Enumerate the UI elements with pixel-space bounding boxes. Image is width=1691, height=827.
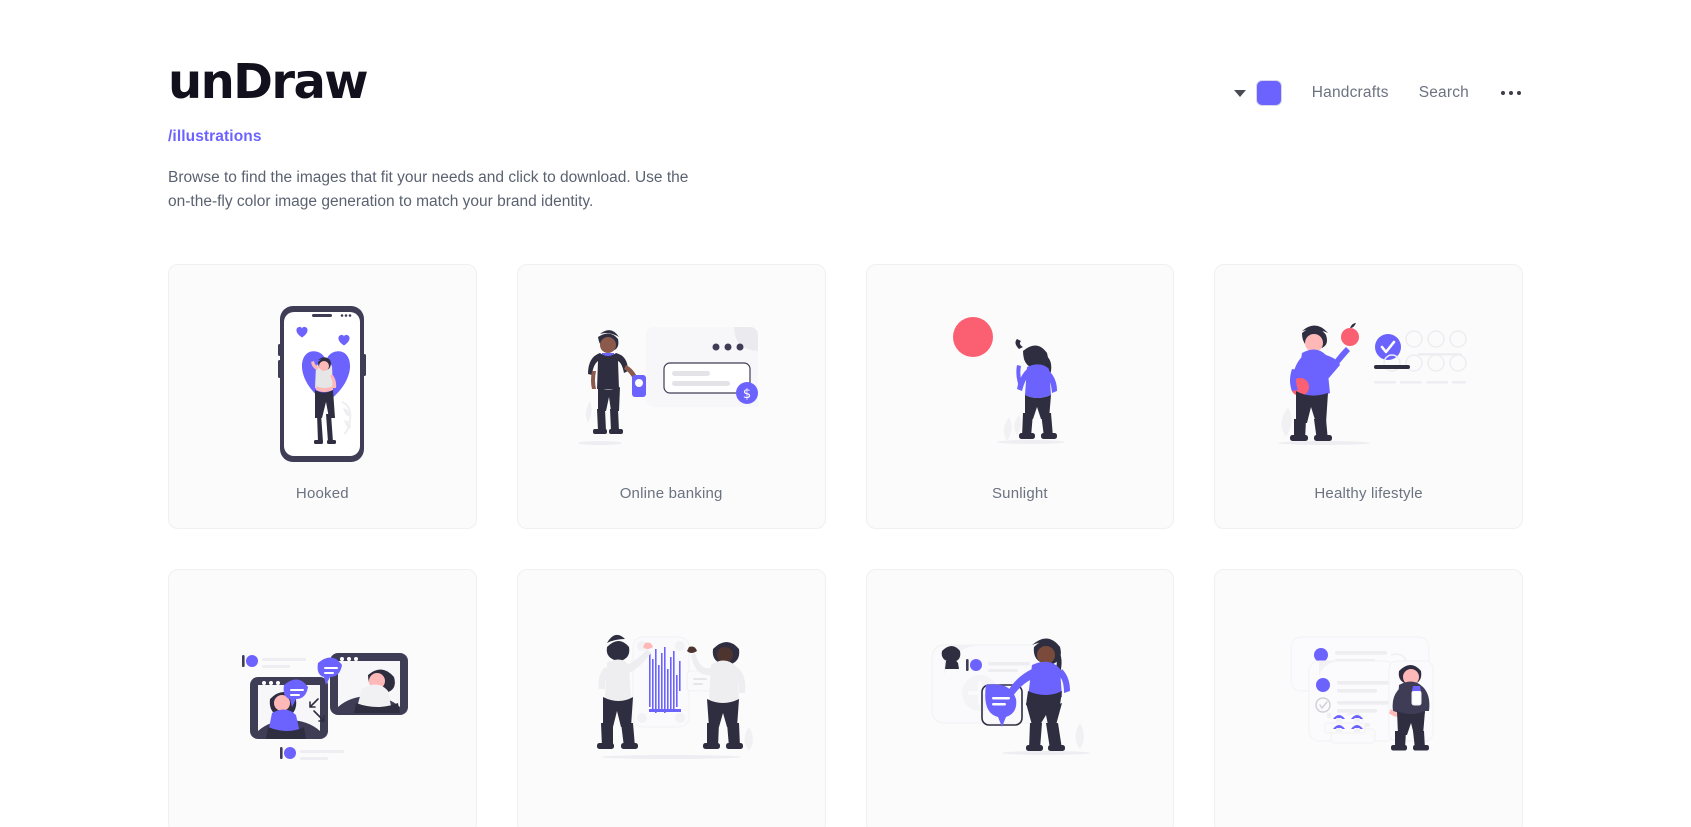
ellipsis-dot <box>1501 91 1505 95</box>
illustration-title: Hooked <box>295 485 349 502</box>
page-description: Browse to find the images that fit your … <box>168 169 689 210</box>
header: unDraw Handcrafts Search <box>168 0 1523 106</box>
illustration-art-healthy-lifestyle <box>1227 283 1510 485</box>
illustration-grid: Hooked $ Online banking Sunlight Healthy… <box>168 264 1523 827</box>
illustration-art-hooked <box>181 283 464 485</box>
illustration-card[interactable]: Hooked <box>168 264 477 529</box>
ellipsis-dot <box>1517 91 1521 95</box>
illustration-title: Sunlight <box>991 485 1048 502</box>
nav-link-search[interactable]: Search <box>1419 84 1469 102</box>
brand-logo[interactable]: unDraw <box>168 58 369 106</box>
page-subtitle: /illustrations <box>168 128 262 145</box>
illustration-card[interactable]: Sunlight <box>865 264 1175 529</box>
color-picker[interactable] <box>1233 80 1282 106</box>
illustration-card[interactable]: Healthy lifestyle <box>1214 264 1523 529</box>
illustration-art-sunlight <box>879 283 1162 485</box>
illustration-title: Online banking <box>619 485 723 502</box>
ellipsis-icon[interactable] <box>1499 87 1523 99</box>
illustration-card[interactable] <box>865 569 1175 827</box>
illustration-card[interactable] <box>516 569 826 827</box>
illustration-art-data-board <box>530 588 813 807</box>
main-nav: Handcrafts Search <box>1233 58 1523 106</box>
nav-link-handcrafts[interactable]: Handcrafts <box>1312 84 1389 102</box>
page-root: unDraw Handcrafts Search /illustrations … <box>0 0 1691 827</box>
color-swatch[interactable] <box>1255 80 1282 106</box>
illustration-art-online-banking: $ <box>530 283 813 485</box>
svg-text:$: $ <box>743 387 751 402</box>
illustration-art-social-messaging <box>879 588 1162 807</box>
illustration-card[interactable] <box>1214 569 1523 827</box>
illustration-art-video-call <box>181 588 464 807</box>
illustration-card[interactable] <box>168 569 477 827</box>
illustration-art-task-cards <box>1227 588 1510 807</box>
ellipsis-dot <box>1509 91 1513 95</box>
illustration-card[interactable]: $ Online banking <box>516 264 826 529</box>
illustration-title: Healthy lifestyle <box>1314 485 1423 502</box>
chevron-down-icon[interactable] <box>1233 89 1246 97</box>
